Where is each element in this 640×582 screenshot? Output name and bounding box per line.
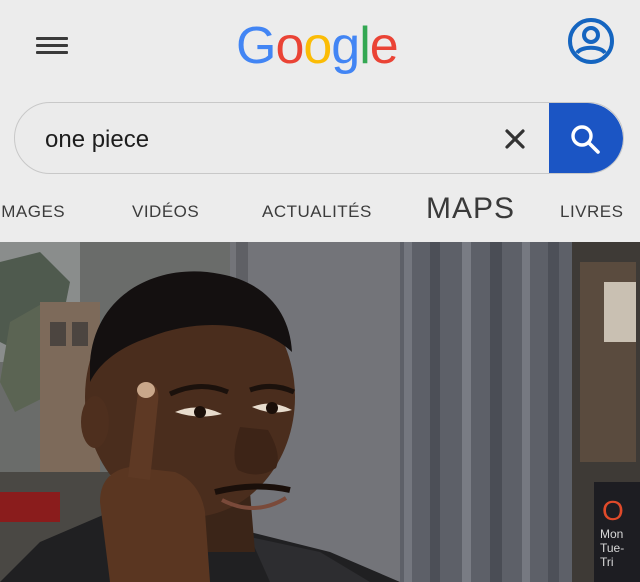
logo-letter: G xyxy=(236,17,276,75)
logo-letter: e xyxy=(369,17,399,75)
tab-books[interactable]: LIVRES xyxy=(560,202,623,222)
hamburger-menu-icon[interactable] xyxy=(36,30,72,60)
tab-maps[interactable]: MAPS xyxy=(426,192,515,226)
tab-videos[interactable]: VIDÉOS xyxy=(132,202,199,222)
logo-letter: o xyxy=(275,17,304,75)
search-icon xyxy=(571,125,600,154)
logo-letter: o xyxy=(303,17,332,75)
google-logo[interactable]: Google xyxy=(236,12,399,80)
search-tabs: IMAGES VIDÉOS ACTUALITÉS MAPS LIVRES xyxy=(0,192,640,236)
logo-letter: g xyxy=(331,17,360,75)
google-search-screen: Google one piece IMAGES VIDÉOS ACTUALITÉ… xyxy=(0,0,640,582)
sign-text: Mon xyxy=(600,527,623,541)
search-header: Google one piece IMAGES VIDÉOS ACTUALITÉ… xyxy=(0,0,640,242)
sign-text: Tue- xyxy=(600,541,624,555)
sign-text: Tri xyxy=(600,555,614,569)
tab-news[interactable]: ACTUALITÉS xyxy=(262,202,372,222)
account-circle-icon[interactable] xyxy=(566,16,616,66)
search-button[interactable] xyxy=(549,103,623,173)
sign-text: O xyxy=(602,495,624,526)
search-bar xyxy=(14,102,624,174)
tab-images[interactable]: IMAGES xyxy=(0,202,65,222)
close-icon[interactable] xyxy=(501,125,529,153)
meme-photo: O Mon Tue- Tri xyxy=(0,242,640,582)
search-input[interactable] xyxy=(45,123,475,157)
logo-letter: l xyxy=(359,17,371,75)
